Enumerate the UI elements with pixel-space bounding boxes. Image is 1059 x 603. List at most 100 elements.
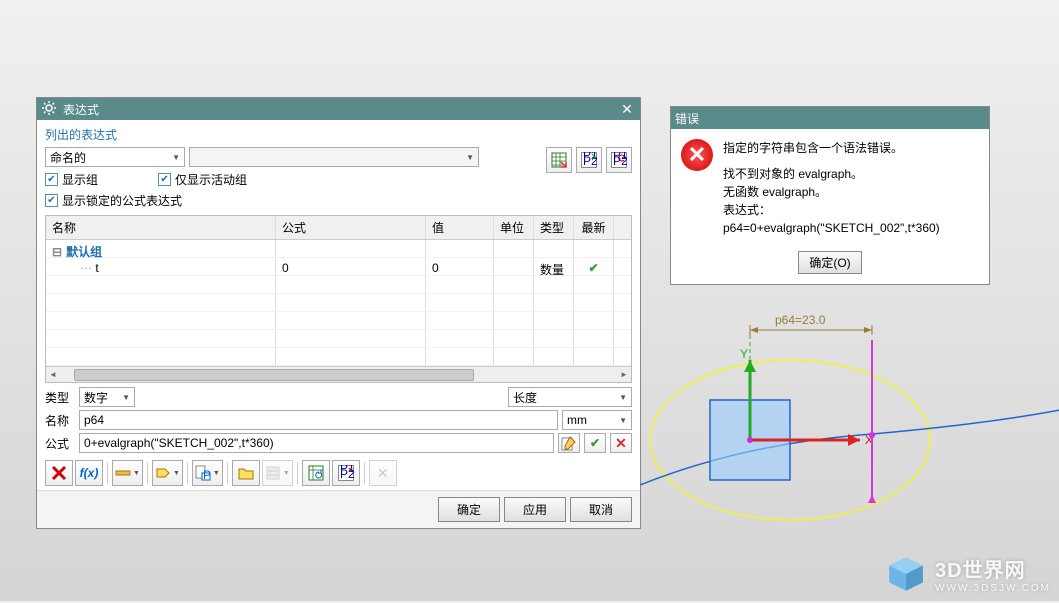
list-button: ▼ (262, 460, 293, 486)
chevron-down-icon: ▼ (172, 153, 180, 162)
col-formula[interactable]: 公式 (276, 216, 426, 239)
chevron-down-icon: ▼ (619, 393, 627, 402)
length-dropdown[interactable]: 长度 ▼ (508, 387, 632, 407)
disabled-x-button: ✕ (369, 460, 397, 486)
delete-button[interactable] (45, 460, 73, 486)
sheet-p1-button[interactable]: P1=▼ (192, 460, 223, 486)
watermark-url: WWW.3DSJW.COM (935, 583, 1051, 594)
apply-button[interactable]: 应用 (504, 497, 566, 522)
error-line2: 找不到对象的 evalgraph。 (723, 165, 940, 183)
p1p2-update-button[interactable]: P1=P2= (576, 147, 602, 173)
table-row[interactable] (46, 294, 631, 312)
sketch-curve (640, 410, 1059, 485)
error-line4: 表达式： (723, 201, 940, 219)
folder-button[interactable] (232, 460, 260, 486)
collapse-icon[interactable]: ⊟ (52, 245, 62, 259)
show-locked-checkbox[interactable]: ✔ 显示锁定的公式表达式 (45, 192, 182, 209)
table-header: 名称 公式 值 单位 类型 最新 (46, 216, 631, 240)
chevron-down-icon: ▼ (122, 393, 130, 402)
expression-dialog: 表达式 ✕ 列出的表达式 命名的 ▼ ▼ ✔ 显示组 (36, 97, 641, 529)
formula-accept-button[interactable]: ✔ (584, 433, 606, 453)
table-row[interactable] (46, 348, 631, 366)
svg-text:Y: Y (740, 347, 748, 361)
col-value[interactable]: 值 (426, 216, 494, 239)
scroll-right-icon[interactable]: ► (617, 370, 631, 379)
error-line5: p64=0+evalgraph("SKETCH_002",t*360) (723, 219, 940, 237)
type-dropdown[interactable]: 数字 ▼ (79, 387, 135, 407)
named-dropdown-value: 命名的 (50, 149, 86, 166)
gear-icon (41, 100, 57, 119)
close-icon[interactable]: ✕ (618, 100, 636, 118)
refresh-sheet-button[interactable] (302, 460, 330, 486)
error-dialog: 错误 ✕ 指定的字符串包含一个语法错误。 找不到对象的 evalgraph。 无… (670, 106, 990, 285)
name-input[interactable] (79, 410, 558, 430)
error-text: 指定的字符串包含一个语法错误。 找不到对象的 evalgraph。 无函数 ev… (723, 139, 940, 237)
chevron-down-icon: ▼ (466, 153, 474, 162)
p1p2-refresh-button[interactable]: P1=P2= (606, 147, 632, 173)
formula-input[interactable] (79, 433, 554, 453)
row-value: 0 (426, 258, 494, 275)
type-label: 类型 (45, 389, 75, 406)
table-row[interactable] (46, 312, 631, 330)
formula-edit-button[interactable] (558, 433, 580, 453)
row-type: 数量 (534, 258, 574, 275)
row-latest-check-icon: ✔ (574, 258, 614, 275)
expression-table: 名称 公式 值 单位 类型 最新 ⊟ 默认组 ⋯ t 0 0 数量 ✔ (45, 215, 632, 383)
table-row[interactable] (46, 330, 631, 348)
show-group-checkbox[interactable]: ✔ 显示组 (45, 171, 98, 188)
chevron-down-icon: ▼ (619, 416, 627, 425)
section-header: 列出的表达式 (37, 120, 640, 147)
unit-value: mm (567, 413, 587, 427)
checkbox-checked-icon: ✔ (158, 173, 171, 186)
type-value: 数字 (84, 389, 108, 406)
row-unit (494, 258, 534, 275)
only-active-checkbox[interactable]: ✔ 仅显示活动组 (158, 171, 247, 188)
show-locked-label: 显示锁定的公式表达式 (62, 192, 182, 209)
svg-text:P2=: P2= (340, 467, 354, 481)
scroll-thumb[interactable] (74, 369, 474, 381)
svg-text:P2=: P2= (583, 154, 597, 168)
tag-button[interactable]: ▼ (152, 460, 183, 486)
dialog-title: 表达式 (63, 101, 618, 118)
error-ok-button[interactable]: 确定(O) (798, 251, 861, 274)
checkbox-checked-icon: ✔ (45, 173, 58, 186)
watermark: 3D世界网 WWW.3DSJW.COM (885, 553, 1051, 595)
table-group-row[interactable]: ⊟ 默认组 (46, 240, 631, 258)
cancel-button[interactable]: 取消 (570, 497, 632, 522)
table-row[interactable]: ⋯ t 0 0 数量 ✔ (46, 258, 631, 276)
only-active-label: 仅显示活动组 (175, 171, 247, 188)
error-icon: ✕ (681, 139, 713, 171)
row-name: t (95, 261, 98, 275)
filter-dropdown[interactable]: ▼ (189, 147, 479, 167)
dialog-titlebar[interactable]: 表达式 ✕ (37, 98, 640, 120)
function-button[interactable]: f(x) (75, 460, 103, 486)
scroll-left-icon[interactable]: ◄ (46, 370, 60, 379)
horizontal-scrollbar[interactable]: ◄ ► (46, 366, 631, 382)
col-unit[interactable]: 单位 (494, 216, 534, 239)
col-latest[interactable]: 最新 (574, 216, 614, 239)
show-group-label: 显示组 (62, 171, 98, 188)
formula-reject-button[interactable]: ✕ (610, 433, 632, 453)
spreadsheet-export-button[interactable] (546, 147, 572, 173)
col-name[interactable]: 名称 (46, 216, 276, 239)
measure-button[interactable]: ▼ (112, 460, 143, 486)
error-line1: 指定的字符串包含一个语法错误。 (723, 139, 940, 157)
group-name: 默认组 (66, 245, 102, 259)
row-formula: 0 (276, 258, 426, 275)
table-row[interactable] (46, 276, 631, 294)
col-type[interactable]: 类型 (534, 216, 574, 239)
formula-label: 公式 (45, 435, 75, 452)
p1p2-sync-button[interactable]: P1=P2= (332, 460, 360, 486)
toolbar: f(x) ▼ ▼ P1=▼ ▼ P1=P2= ✕ (37, 456, 640, 490)
dimension-label[interactable]: p64=23.0 (775, 313, 826, 327)
length-value: 长度 (513, 389, 537, 406)
error-titlebar[interactable]: 错误 (671, 107, 989, 129)
error-title: 错误 (675, 110, 985, 127)
unit-dropdown[interactable]: mm ▼ (562, 410, 632, 430)
ok-button[interactable]: 确定 (438, 497, 500, 522)
watermark-name: 3D世界网 (935, 554, 1051, 583)
name-label: 名称 (45, 412, 75, 429)
checkbox-checked-icon: ✔ (45, 194, 58, 207)
named-dropdown[interactable]: 命名的 ▼ (45, 147, 185, 167)
error-line3: 无函数 evalgraph。 (723, 183, 940, 201)
